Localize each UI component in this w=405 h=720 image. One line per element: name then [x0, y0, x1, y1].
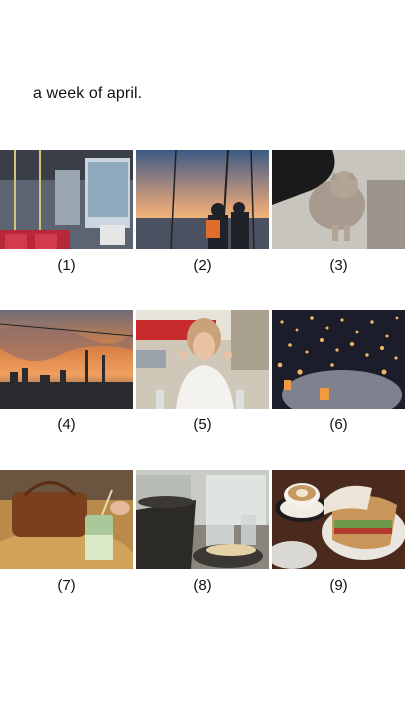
photo-number: (8) [193, 577, 212, 594]
photo-number: (2) [193, 257, 212, 274]
woman-cafe-photo [136, 310, 269, 409]
photo-6[interactable] [272, 310, 405, 409]
photo-3[interactable] [272, 150, 405, 249]
sunset-boat-photo [136, 150, 269, 249]
photo-number: (6) [329, 416, 348, 433]
photo-1[interactable] [0, 150, 133, 249]
photo-number: (7) [57, 577, 76, 594]
bus-interior-photo [0, 150, 133, 249]
photo-number: (3) [329, 257, 348, 274]
cat-photo [272, 150, 405, 249]
photo-number: (9) [329, 577, 348, 594]
matcha-bag-photo [0, 470, 133, 569]
post-title: a week of april. [33, 85, 143, 102]
photo-9[interactable] [272, 470, 405, 569]
photo-8[interactable] [136, 470, 269, 569]
lanterns-photo [272, 310, 405, 409]
coffee-sandwich-photo [272, 470, 405, 569]
photo-number: (4) [57, 416, 76, 433]
photo-number: (1) [57, 257, 76, 274]
photo-2[interactable] [136, 150, 269, 249]
photo-number: (5) [193, 416, 212, 433]
photo-5[interactable] [136, 310, 269, 409]
restaurant-table-photo [136, 470, 269, 569]
photo-4[interactable] [0, 310, 133, 409]
photo-7[interactable] [0, 470, 133, 569]
city-sunset-photo [0, 310, 133, 409]
